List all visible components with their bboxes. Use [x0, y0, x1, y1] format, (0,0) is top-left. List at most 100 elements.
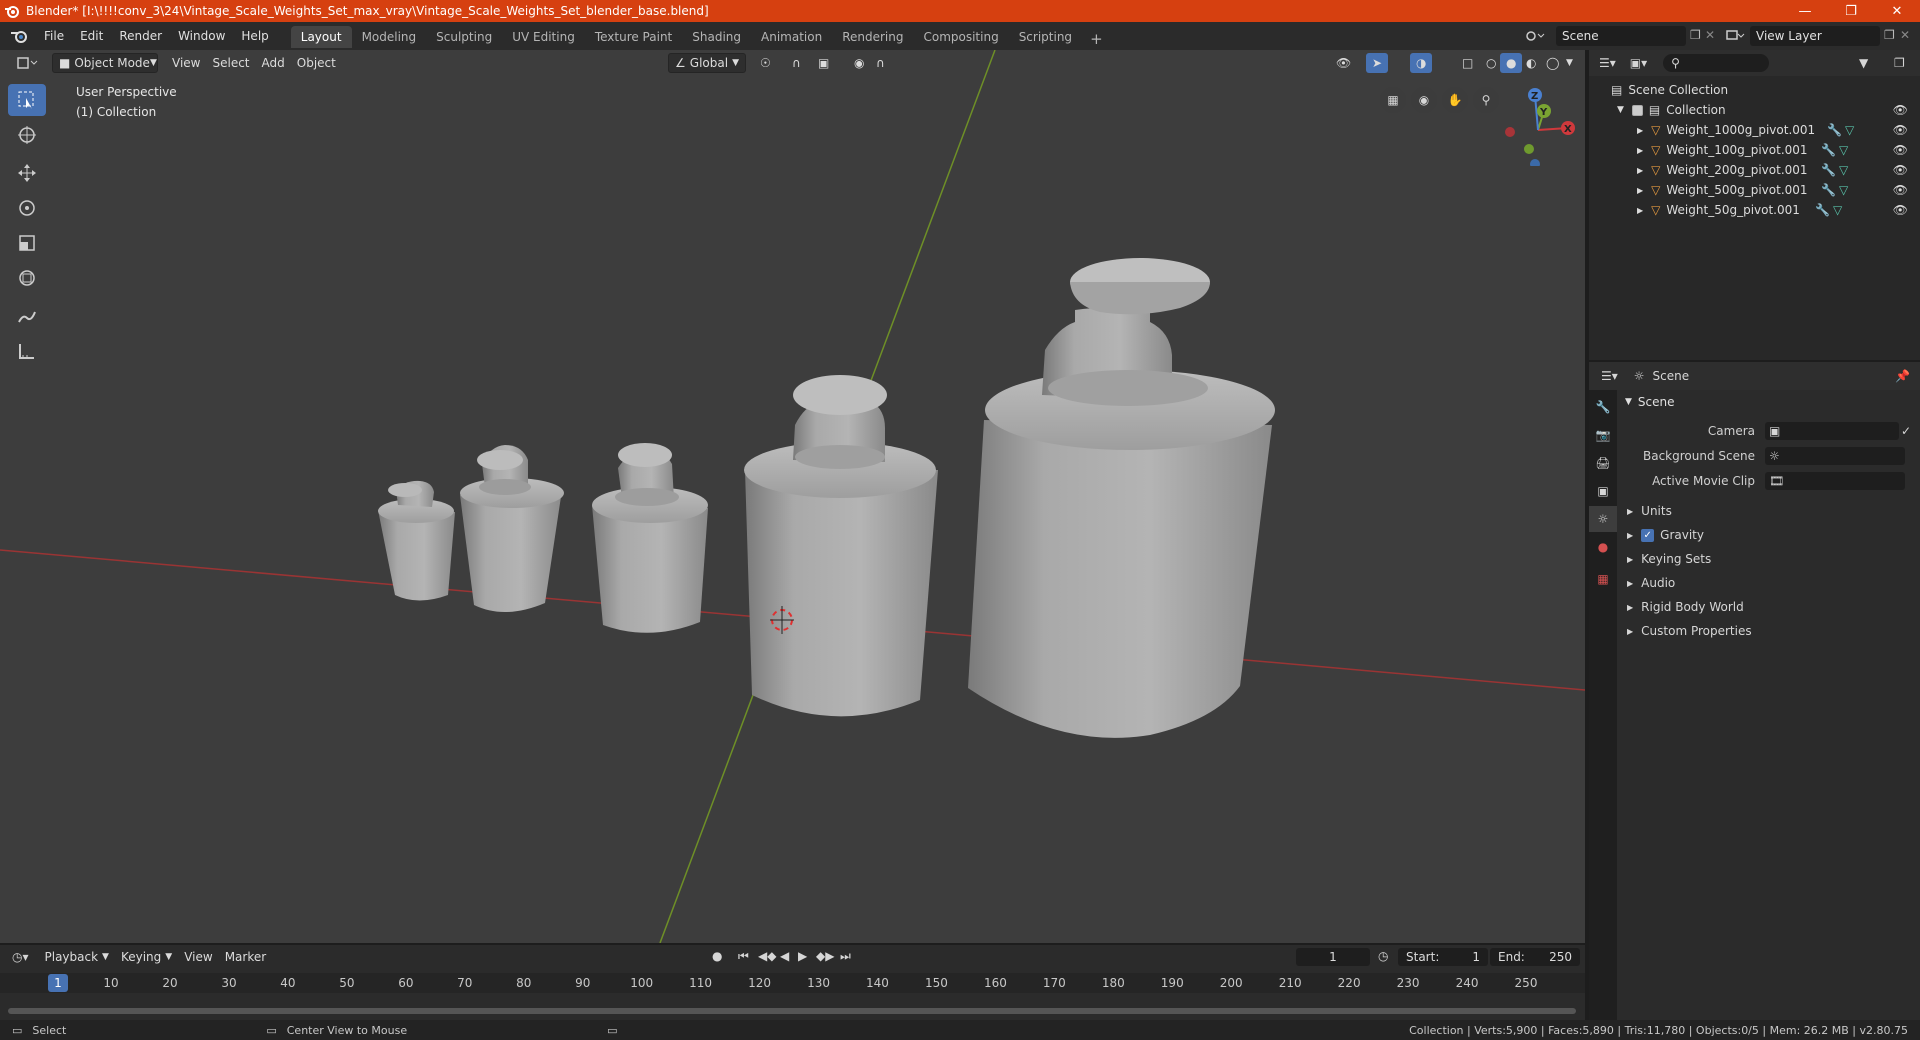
navigation-gizmo[interactable]: X Y Z [1502, 86, 1582, 166]
shading-options-icon[interactable]: ▼ [1560, 53, 1579, 73]
tab-compositing[interactable]: Compositing [913, 26, 1008, 48]
visibility-icon[interactable]: 👁 [1330, 53, 1357, 73]
tab-modeling[interactable]: Modeling [352, 26, 427, 48]
measure-tool-icon[interactable] [8, 335, 46, 367]
prev-keyframe-icon[interactable]: ◀◆ [758, 949, 776, 963]
keying-sets-panel-header[interactable]: ▶ Keying Sets [1619, 547, 1920, 571]
xray-icon[interactable]: □ [1456, 53, 1479, 73]
tab-sculpting[interactable]: Sculpting [426, 26, 502, 48]
properties-editor-icon[interactable]: ☰▾ [1601, 369, 1618, 383]
select-box-tool-icon[interactable] [8, 84, 46, 116]
background-scene-field[interactable]: ☼ [1765, 446, 1905, 465]
scene-panel-header[interactable]: ▼ Scene [1619, 390, 1920, 414]
play-reverse-icon[interactable]: ◀ [780, 949, 789, 963]
modifier-wrench-icon[interactable]: 🔧 [1821, 183, 1836, 197]
close-icon[interactable]: ✕ [1874, 0, 1920, 22]
current-frame-field[interactable]: 1 [1296, 948, 1370, 966]
end-frame-field[interactable]: End: 250 [1490, 948, 1580, 966]
view-layer-field[interactable]: View Layer [1750, 26, 1880, 46]
collapsed-arrow-icon[interactable]: ▶ [1637, 166, 1643, 175]
menu-window[interactable]: Window [170, 25, 233, 47]
rotate-tool-icon[interactable] [8, 192, 46, 224]
gizmo-toggle-icon[interactable]: ➤ [1366, 53, 1389, 73]
visibility-eye-icon[interactable]: 👁 [1893, 163, 1908, 177]
collapsed-arrow-icon[interactable]: ▶ [1637, 146, 1643, 155]
minimize-icon[interactable]: — [1782, 0, 1828, 22]
scale-tool-icon[interactable] [8, 227, 46, 259]
tab-texture-paint[interactable]: Texture Paint [585, 26, 682, 48]
modifier-wrench-icon[interactable]: 🔧 [1821, 143, 1836, 157]
object-mode-dropdown[interactable]: ■ Object Mode ▼ [52, 53, 158, 73]
zoom-view-icon[interactable]: ⚲ [1473, 87, 1499, 113]
render-tab-icon[interactable]: 📷 [1589, 422, 1617, 448]
texture-tab-icon[interactable]: ▦ [1589, 566, 1617, 592]
timeline-editor-icon[interactable]: ◷▾ [12, 950, 29, 964]
display-mode-icon[interactable]: ▣▾ [1630, 56, 1647, 70]
menu-edit[interactable]: Edit [72, 25, 111, 47]
outliner-search-input[interactable]: ⚲ [1663, 54, 1770, 72]
world-tab-icon[interactable]: ● [1589, 534, 1617, 560]
outliner-editor-icon[interactable]: ☰▾ [1599, 56, 1616, 70]
mesh-data-icon[interactable]: ▽ [1845, 123, 1854, 137]
collection-row[interactable]: ▼ ▤ Collection 👁 [1589, 100, 1920, 120]
active-movie-clip-field[interactable]: 🎞 [1765, 471, 1905, 490]
annotate-tool-icon[interactable] [8, 300, 46, 332]
playback-menu[interactable]: Playback ▼ [39, 947, 115, 967]
menu-render[interactable]: Render [111, 25, 170, 47]
view-layer-tab-icon[interactable]: ▣ [1589, 478, 1617, 504]
tab-shading[interactable]: Shading [682, 26, 751, 48]
jump-end-icon[interactable]: ⏭ [840, 949, 851, 964]
cursor-tool-icon[interactable] [8, 119, 46, 151]
delete-view-layer-icon[interactable]: ✕ [1900, 28, 1910, 42]
visibility-eye-icon[interactable]: 👁 [1893, 203, 1908, 217]
outliner-object-row[interactable]: ▶ ▽ Weight_50g_pivot.001 🔧 ▽ 👁 [1589, 200, 1920, 220]
visibility-eye-icon[interactable]: 👁 [1893, 103, 1908, 117]
select-menu[interactable]: Select [206, 53, 255, 73]
weight-200g-mesh[interactable] [592, 443, 708, 633]
collapsed-arrow-icon[interactable]: ▶ [1637, 206, 1643, 215]
weight-500g-mesh[interactable] [744, 375, 938, 717]
outliner-object-row[interactable]: ▶ ▽ Weight_100g_pivot.001 🔧 ▽ 👁 [1589, 140, 1920, 160]
visibility-eye-icon[interactable]: 👁 [1893, 183, 1908, 197]
modifier-wrench-icon[interactable]: 🔧 [1821, 163, 1836, 177]
filter-icon[interactable]: ▼ [1859, 56, 1868, 70]
overlay-toggle-icon[interactable]: ◑ [1410, 53, 1433, 73]
restore-icon[interactable]: ❐ [1828, 0, 1874, 22]
add-workspace-icon[interactable]: + [1082, 30, 1111, 48]
marker-menu[interactable]: Marker [219, 947, 272, 967]
view-layer-icon[interactable] [1724, 27, 1746, 45]
jump-start-icon[interactable]: ⏮ [738, 949, 749, 964]
mesh-data-icon[interactable]: ▽ [1839, 183, 1848, 197]
menu-help[interactable]: Help [233, 25, 276, 47]
expand-arrow-icon[interactable]: ▼ [1617, 105, 1624, 115]
units-panel-header[interactable]: ▶ Units [1619, 499, 1920, 523]
toggle-grid-icon[interactable]: ▦ [1380, 87, 1406, 113]
scene-collection-row[interactable]: ▤ Scene Collection [1589, 80, 1920, 100]
delete-scene-icon[interactable]: ✕ [1705, 28, 1715, 42]
timeline-scrollbar[interactable] [8, 1008, 1576, 1014]
tab-animation[interactable]: Animation [751, 26, 832, 48]
weight-50g-mesh[interactable] [378, 480, 455, 601]
custom-properties-panel-header[interactable]: ▶ Custom Properties [1619, 619, 1920, 643]
checkbox-icon[interactable] [1631, 104, 1643, 116]
mesh-data-icon[interactable]: ▽ [1839, 143, 1848, 157]
collapsed-arrow-icon[interactable]: ▶ [1637, 126, 1643, 135]
new-view-layer-icon[interactable]: ❐ [1884, 28, 1895, 42]
audio-panel-header[interactable]: ▶ Audio [1619, 571, 1920, 595]
output-tab-icon[interactable]: 🖨 [1589, 450, 1617, 476]
mesh-data-icon[interactable]: ▽ [1839, 163, 1848, 177]
transform-orientation-dropdown[interactable]: ∠ Global ▼ [668, 53, 746, 73]
gravity-checkbox[interactable]: ✓ [1641, 528, 1655, 542]
collapsed-arrow-icon[interactable]: ▶ [1637, 186, 1643, 195]
falloff-icon[interactable]: ∩ [870, 53, 891, 73]
next-keyframe-icon[interactable]: ◆▶ [816, 949, 834, 963]
modifier-wrench-icon[interactable]: 🔧 [1815, 203, 1830, 217]
add-menu[interactable]: Add [256, 53, 291, 73]
tab-uv-editing[interactable]: UV Editing [502, 26, 585, 48]
proportional-edit-icon[interactable]: ◉ [848, 53, 870, 73]
scene-selector-icon[interactable] [1524, 27, 1546, 45]
view-menu[interactable]: View [166, 53, 206, 73]
outliner-object-row[interactable]: ▶ ▽ Weight_500g_pivot.001 🔧 ▽ 👁 [1589, 180, 1920, 200]
tab-layout[interactable]: Layout [290, 26, 352, 48]
new-collection-icon[interactable]: ❐ [1894, 56, 1905, 70]
